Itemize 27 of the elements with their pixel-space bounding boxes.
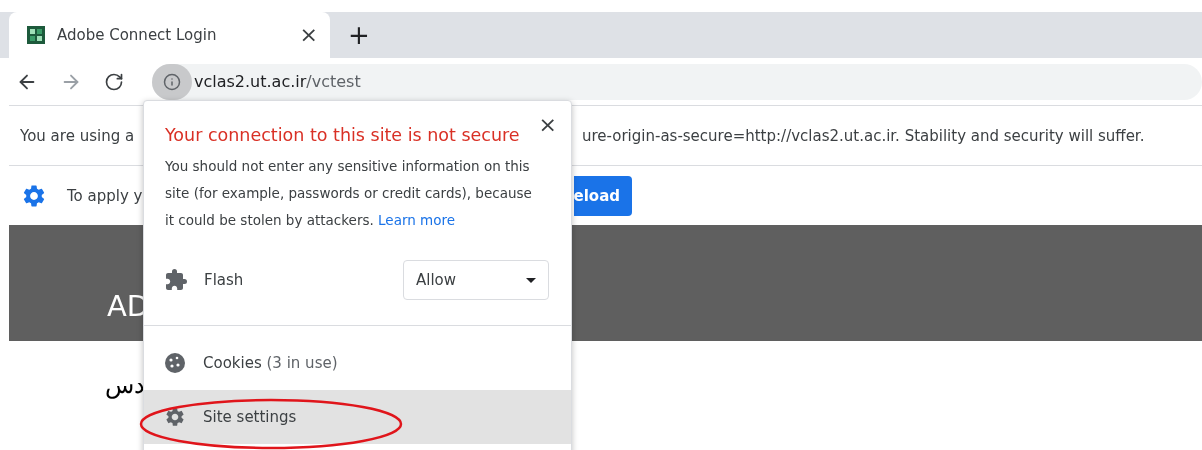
close-button[interactable]: ×	[538, 114, 557, 136]
site-info-button[interactable]	[152, 63, 192, 100]
browser-tab[interactable]: Adobe Connect Login ×	[9, 12, 330, 58]
permission-select[interactable]: Allow	[403, 260, 549, 300]
warning-text: ure-origin-as-secure=http://vclas2.ut.ac.ir. Stability and security will suffer.	[582, 126, 1146, 145]
infobar-text: To apply y	[67, 186, 143, 205]
puzzle-icon	[164, 268, 188, 292]
popup-title: Your connection to this site is not secure	[165, 125, 520, 145]
address-bar[interactable]: vclas2.ut.ac.ir/vctest	[152, 63, 1202, 100]
learn-more-link[interactable]: Learn more	[378, 212, 456, 228]
settings-icon	[164, 406, 186, 428]
permission-label: Flash	[204, 271, 245, 289]
reload-button[interactable]: eload	[573, 175, 632, 216]
cookie-icon	[164, 352, 186, 374]
info-icon	[163, 72, 181, 91]
tab-title: Adobe Connect Login	[57, 26, 218, 44]
reload-icon[interactable]	[104, 71, 124, 92]
app-logo-icon	[27, 26, 45, 44]
popup-message: You should not enter any sensitive information on this site (for example, passwords or credit cards), because it could be stolen by attackers. Learn more	[164, 157, 533, 230]
popup-menu-item[interactable]: Site settings	[144, 390, 571, 444]
caret-icon	[526, 277, 536, 283]
popup-menu-item[interactable]: Cookies (3 in use)	[144, 336, 571, 390]
page-heading: دس	[105, 371, 145, 399]
warning-text: You are using a	[20, 126, 135, 145]
tab-close-button[interactable]: ×	[299, 24, 318, 46]
url-text: vclas2.ut.ac.ir/vctest	[194, 72, 361, 91]
new-tab-button[interactable]: +	[348, 12, 370, 58]
